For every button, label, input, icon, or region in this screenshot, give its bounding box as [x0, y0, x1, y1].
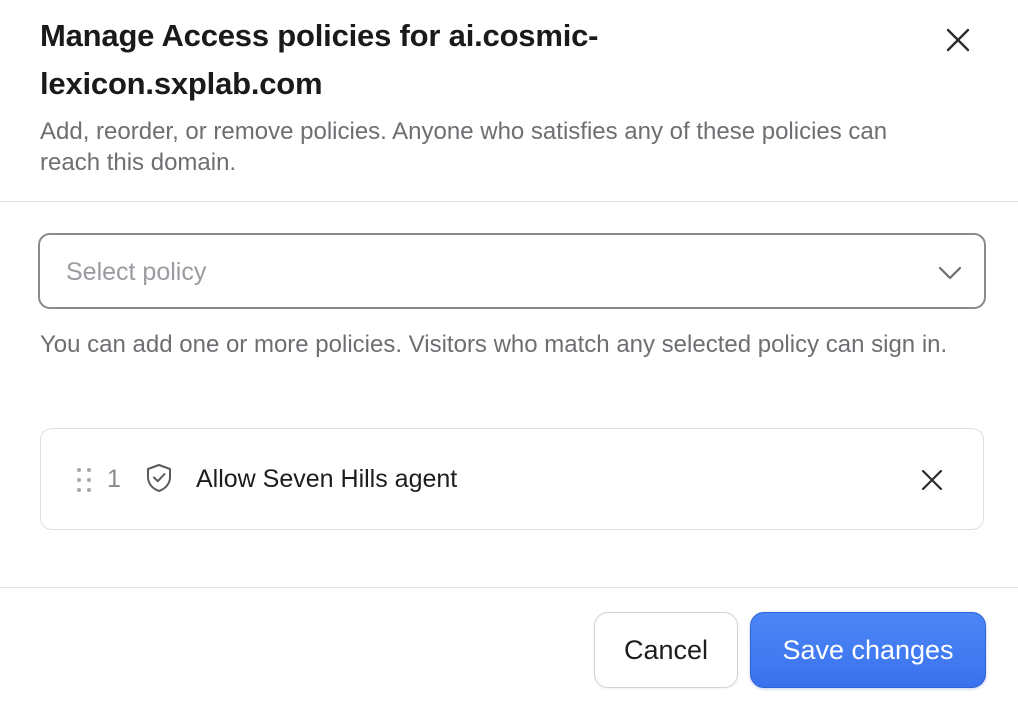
dialog-header: Manage Access policies for ai.cosmic-lex… — [0, 0, 1018, 202]
shield-check-icon — [147, 464, 171, 492]
remove-policy-button[interactable] — [909, 457, 955, 503]
dialog-title: Manage Access policies for ai.cosmic-lex… — [40, 18, 599, 101]
save-changes-button[interactable]: Save changes — [750, 612, 986, 688]
manage-access-policies-dialog: Manage Access policies for ai.cosmic-lex… — [0, 0, 1018, 702]
policy-helper-text: You can add one or more policies. Visito… — [40, 331, 948, 358]
dialog-description: Add, reorder, or remove policies. Anyone… — [40, 118, 888, 176]
close-icon — [921, 469, 943, 491]
close-icon — [946, 28, 970, 52]
cancel-button[interactable]: Cancel — [594, 612, 738, 688]
policy-name: Allow Seven Hills agent — [196, 465, 458, 493]
policy-select-placeholder: Select policy — [66, 258, 207, 286]
drag-handle-icon[interactable] — [73, 467, 95, 493]
dialog-footer: Cancel Save changes — [0, 587, 1018, 702]
policy-order-number: 1 — [107, 465, 121, 493]
close-dialog-button[interactable] — [936, 18, 980, 62]
policy-list: 1 Allow Seven Hills agent — [40, 428, 984, 530]
chevron-down-icon — [938, 266, 962, 280]
policy-row: 1 Allow Seven Hills agent — [40, 428, 984, 530]
policy-select[interactable]: Select policy — [38, 233, 986, 309]
